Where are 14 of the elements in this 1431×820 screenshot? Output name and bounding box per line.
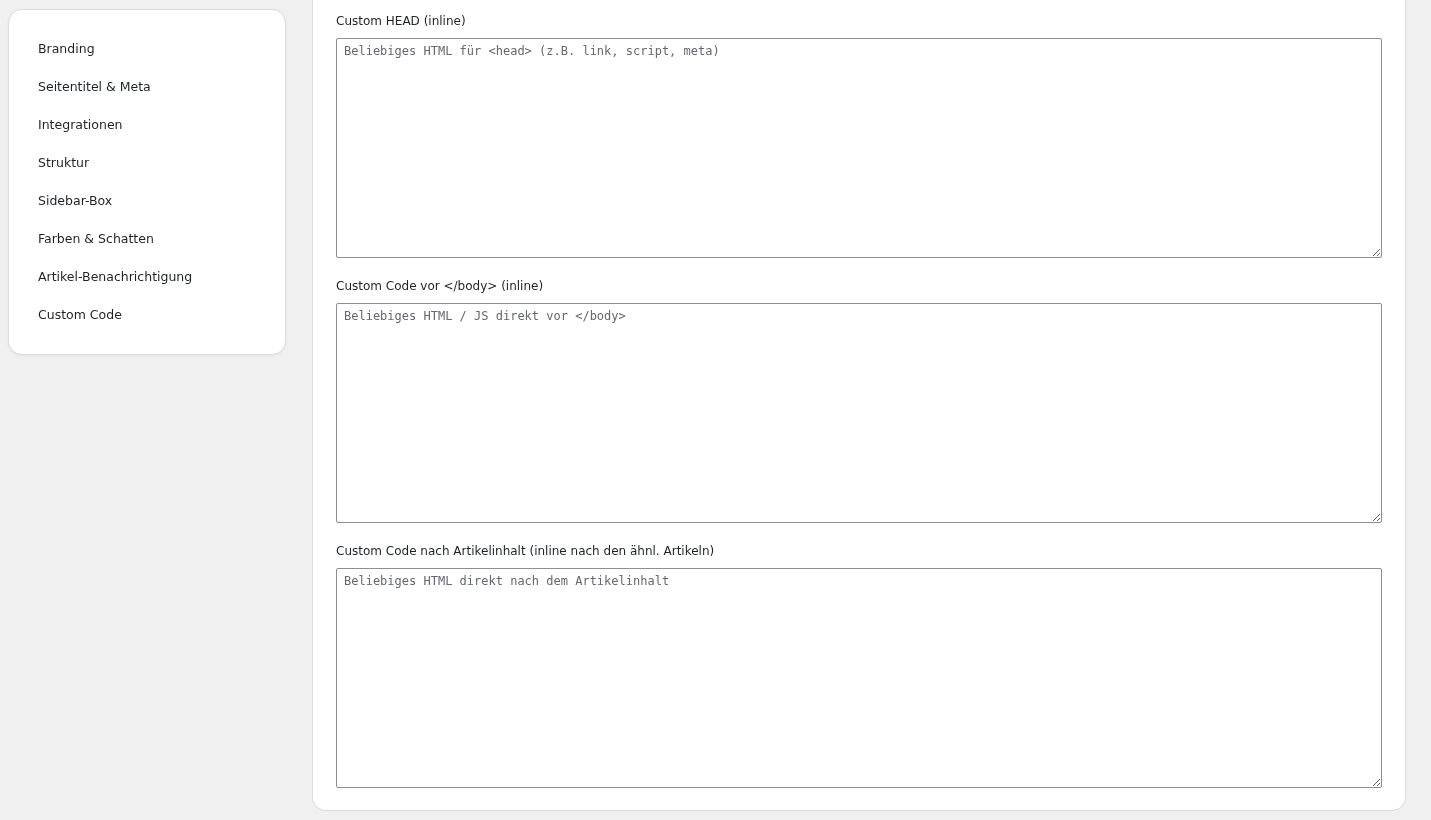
code-textarea[interactable]: Beliebiges HTML direkt nach dem Artikelinhalt: [336, 568, 1382, 788]
code-textarea[interactable]: Beliebiges HTML für <head> (z.B. link, script, meta): [336, 38, 1382, 258]
field-label: Custom Code nach Artikelinhalt (inline nach den ähnl. Artikeln): [336, 543, 715, 560]
nav-link[interactable]: Struktur: [38, 144, 90, 182]
nav-link[interactable]: Farben & Schatten: [38, 220, 154, 258]
field-label: Custom HEAD (inline): [336, 13, 466, 30]
nav-link[interactable]: Seitentitel & Meta: [38, 68, 151, 106]
nav-link[interactable]: Artikel-Benachrichtigung: [38, 258, 193, 296]
field-label: Custom Code vor </body> (inline): [336, 278, 544, 295]
code-textarea[interactable]: Beliebiges HTML / JS direkt vor </body>: [336, 303, 1382, 523]
nav-link[interactable]: Integrationen: [38, 106, 123, 144]
nav-link[interactable]: Sidebar-Box: [38, 182, 113, 220]
nav-link[interactable]: Custom Code: [38, 296, 122, 334]
nav-link[interactable]: Branding: [38, 30, 95, 68]
